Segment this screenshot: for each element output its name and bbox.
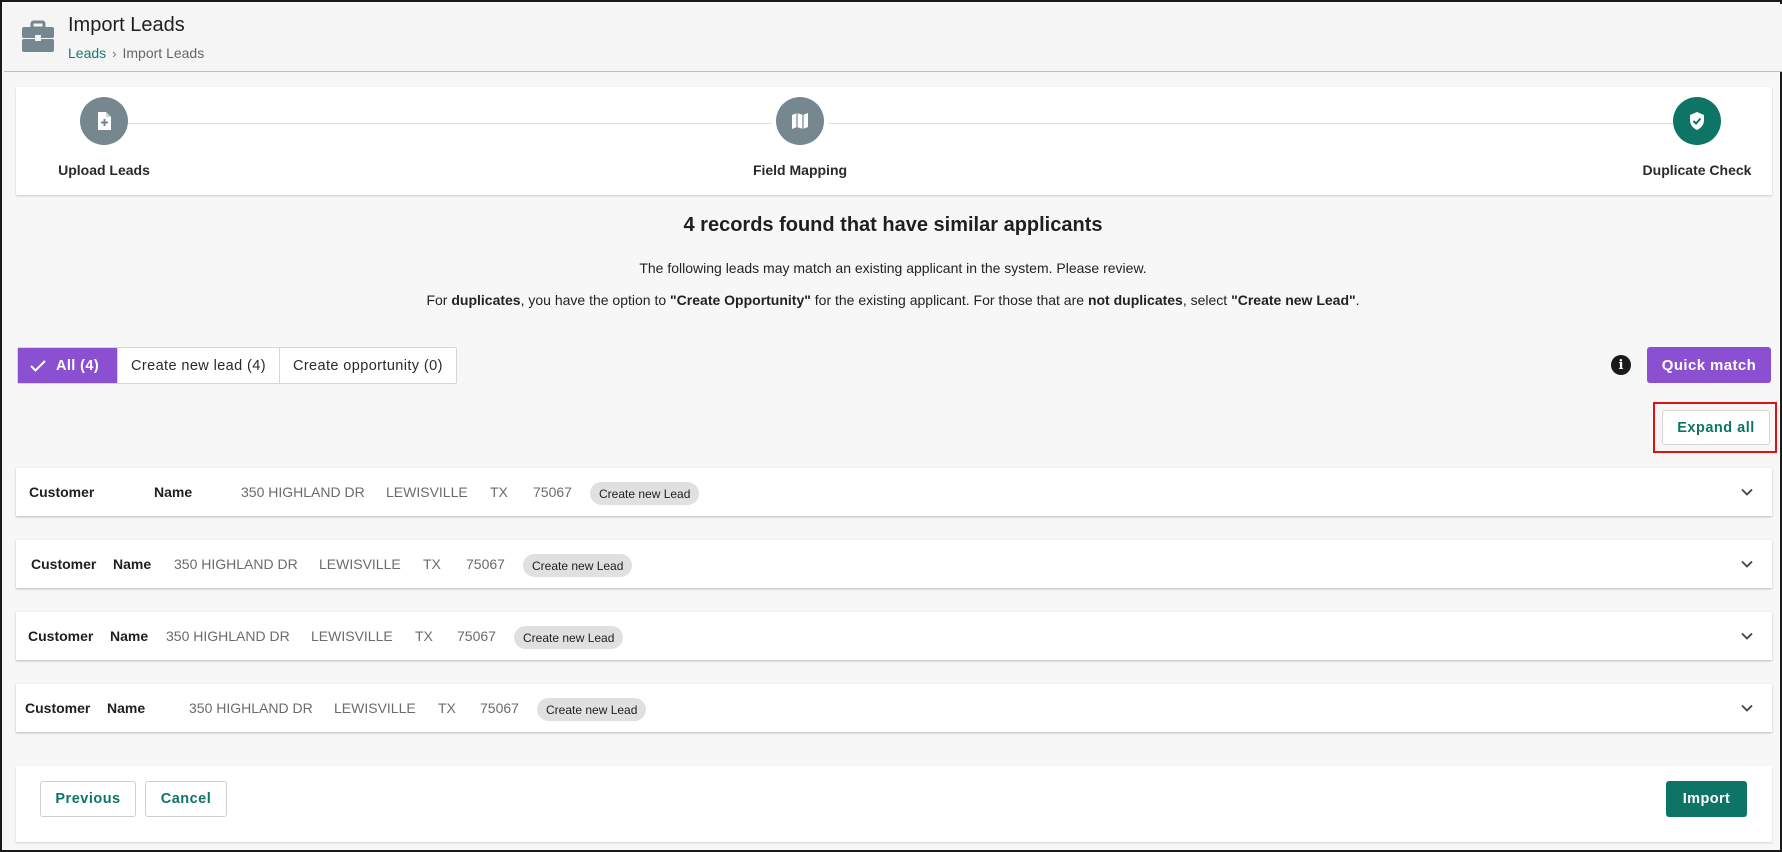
- record-state: TX: [423, 556, 441, 572]
- filter-toggle-group: All (4) Create new lead (4) Create oppor…: [17, 347, 457, 384]
- record-row[interactable]: Customer Name 350 HIGHLAND DR LEWISVILLE…: [16, 540, 1772, 588]
- chevron-down-icon[interactable]: [1740, 629, 1754, 643]
- page-title: Import Leads: [68, 14, 185, 36]
- record-city: LEWISVILLE: [386, 484, 468, 500]
- record-status-chip: Create new Lead: [537, 698, 647, 721]
- record-city: LEWISVILLE: [311, 628, 393, 644]
- page-header: Import Leads Leads › Import Leads: [4, 4, 1782, 72]
- record-address: 350 HIGHLAND DR: [166, 628, 290, 644]
- check-icon: [30, 359, 46, 372]
- filter-create-new-lead[interactable]: Create new lead (4): [118, 348, 280, 383]
- record-address: 350 HIGHLAND DR: [241, 484, 365, 500]
- stepper-connector: [104, 123, 772, 124]
- record-zip: 75067: [480, 700, 519, 716]
- breadcrumb-current: Import Leads: [122, 45, 205, 61]
- chevron-down-icon[interactable]: [1740, 701, 1754, 715]
- record-status-chip: Create new Lead: [590, 482, 700, 505]
- step-label: Duplicate Check: [1642, 162, 1752, 178]
- info-instructions: For duplicates, you have the option to "…: [426, 292, 1360, 308]
- import-button[interactable]: Import: [1666, 781, 1747, 817]
- step-duplicate-check: Duplicate Check: [1622, 97, 1772, 178]
- filter-create-opportunity[interactable]: Create opportunity (0): [280, 348, 456, 383]
- file-plus-icon: [98, 112, 111, 130]
- expand-all-highlight: Expand all: [1653, 402, 1777, 453]
- filter-all-label: All (4): [56, 357, 100, 374]
- record-customer: Customer: [31, 556, 97, 572]
- quick-match-button[interactable]: Quick match: [1647, 347, 1771, 383]
- step-circle: [776, 97, 824, 145]
- step-field-mapping: Field Mapping: [730, 97, 870, 178]
- chevron-down-icon[interactable]: [1740, 485, 1754, 499]
- expand-all-button[interactable]: Expand all: [1662, 410, 1770, 445]
- step-circle: [1673, 97, 1721, 145]
- record-city: LEWISVILLE: [319, 556, 401, 572]
- breadcrumb-leads-link[interactable]: Leads: [68, 45, 106, 61]
- record-customer: Customer: [29, 484, 95, 500]
- info-icon[interactable]: i: [1611, 355, 1631, 375]
- chevron-down-icon[interactable]: [1740, 557, 1754, 571]
- record-zip: 75067: [466, 556, 505, 572]
- record-city: LEWISVILLE: [334, 700, 416, 716]
- record-state: TX: [415, 628, 433, 644]
- record-row[interactable]: Customer Name 350 HIGHLAND DR LEWISVILLE…: [16, 612, 1772, 660]
- record-customer: Customer: [25, 700, 91, 716]
- wizard-footer: Previous Cancel Import: [16, 766, 1772, 842]
- record-address: 350 HIGHLAND DR: [174, 556, 298, 572]
- shield-check-icon: [1690, 112, 1704, 130]
- step-label: Upload Leads: [58, 162, 150, 178]
- record-status-chip: Create new Lead: [523, 554, 633, 577]
- record-row[interactable]: Customer Name 350 HIGHLAND DR LEWISVILLE…: [16, 684, 1772, 732]
- filter-all[interactable]: All (4): [18, 348, 118, 383]
- record-zip: 75067: [457, 628, 496, 644]
- record-row[interactable]: Customer Name 350 HIGHLAND DR LEWISVILLE…: [16, 468, 1772, 516]
- map-icon: [792, 113, 808, 129]
- record-customer: Customer: [28, 628, 94, 644]
- info-text: The following leads may match an existin…: [639, 260, 1147, 276]
- record-name: Name: [113, 556, 152, 572]
- previous-button[interactable]: Previous: [40, 781, 136, 817]
- breadcrumb: Leads › Import Leads: [68, 45, 204, 61]
- step-upload-leads: Upload Leads: [36, 97, 172, 178]
- record-address: 350 HIGHLAND DR: [189, 700, 313, 716]
- record-state: TX: [438, 700, 456, 716]
- record-state: TX: [490, 484, 508, 500]
- record-status-chip: Create new Lead: [514, 626, 624, 649]
- record-name: Name: [107, 700, 146, 716]
- record-name: Name: [154, 484, 193, 500]
- duplicates-headline: 4 records found that have similar applic…: [683, 214, 1103, 236]
- stepper-connector: [828, 123, 1676, 124]
- chevron-right-icon: ›: [112, 45, 117, 61]
- app-window: Import Leads Leads › Import Leads Upload…: [0, 0, 1782, 852]
- step-label: Field Mapping: [752, 162, 848, 178]
- step-circle: [80, 97, 128, 145]
- briefcase-icon: [22, 20, 54, 52]
- cancel-button[interactable]: Cancel: [145, 781, 227, 817]
- record-zip: 75067: [533, 484, 572, 500]
- record-name: Name: [110, 628, 149, 644]
- import-stepper: Upload Leads Field Mapping Duplicate Che…: [16, 87, 1772, 195]
